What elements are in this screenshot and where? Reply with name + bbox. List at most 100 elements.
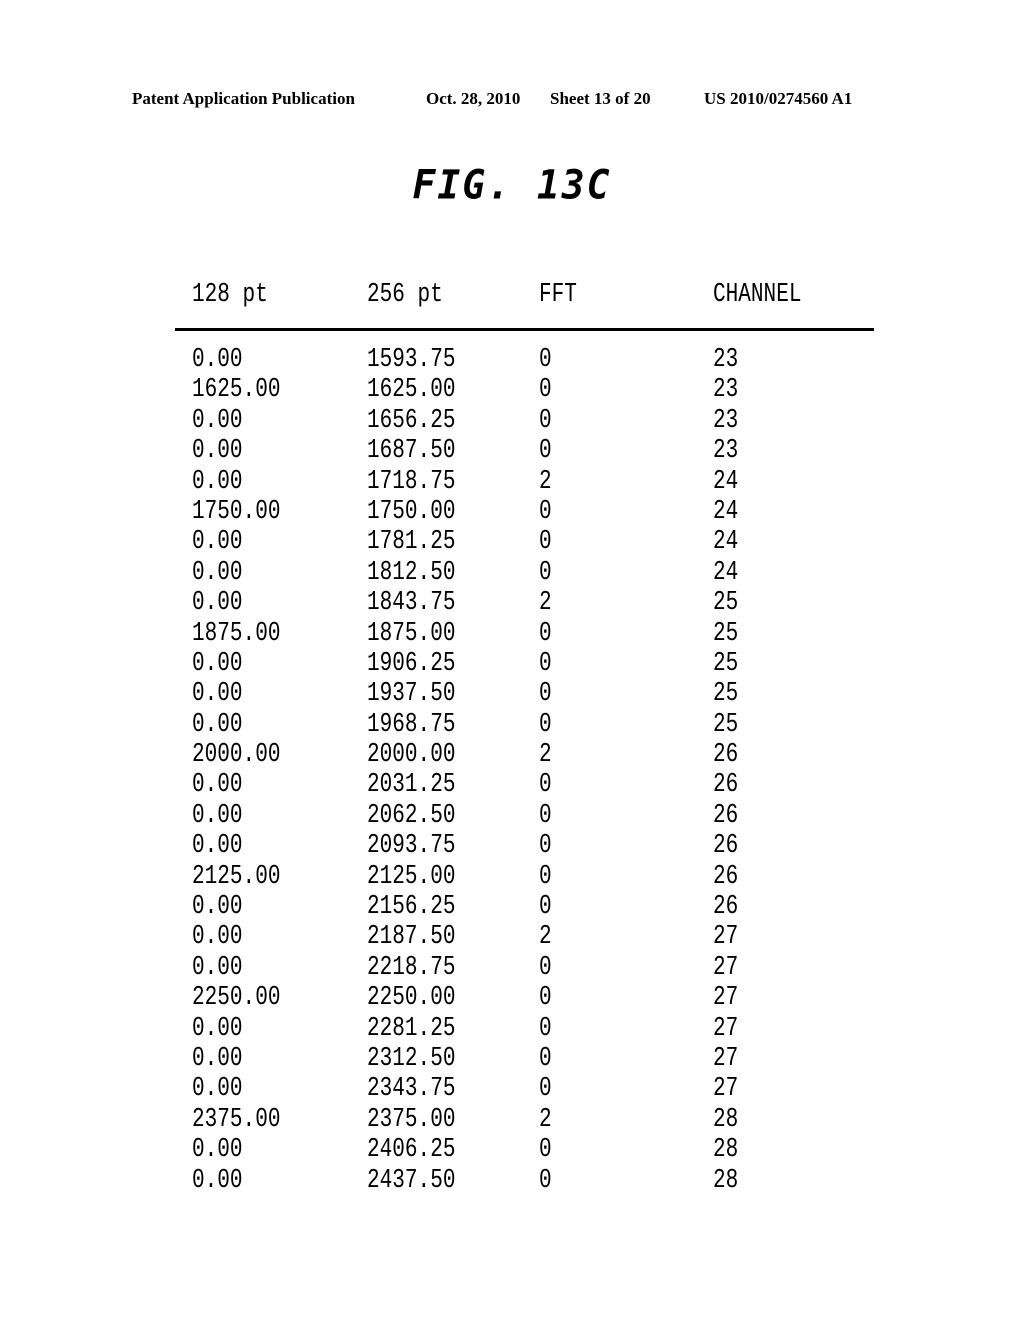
cell-channel: 23 <box>713 405 739 436</box>
cell-256pt: 2343.75 <box>367 1074 456 1105</box>
cell-128pt: 0.00 <box>192 1013 243 1044</box>
table-row: 0.00 2187.50 2 27 <box>175 922 875 952</box>
table-row: 2000.00 2000.00 2 26 <box>175 740 875 770</box>
table-row: 0.00 1937.50 0 25 <box>175 679 875 709</box>
table-row: 0.00 1656.25 0 23 <box>175 406 875 436</box>
cell-channel: 25 <box>713 679 739 710</box>
cell-fft: 0 <box>539 679 552 710</box>
cell-channel: 26 <box>713 770 739 801</box>
cell-fft: 0 <box>539 709 552 740</box>
cell-channel: 28 <box>713 1165 739 1196</box>
cell-fft: 0 <box>539 831 552 862</box>
cell-fft: 0 <box>539 1074 552 1105</box>
cell-channel: 26 <box>713 740 739 771</box>
cell-channel: 26 <box>713 800 739 831</box>
cell-fft: 0 <box>539 952 552 983</box>
table-row: 1625.00 1625.00 0 23 <box>175 375 875 405</box>
cell-128pt: 0.00 <box>192 831 243 862</box>
cell-channel: 25 <box>713 648 739 679</box>
cell-256pt: 2156.25 <box>367 892 456 923</box>
cell-128pt: 0.00 <box>192 1043 243 1074</box>
cell-256pt: 1875.00 <box>367 618 456 649</box>
cell-128pt: 0.00 <box>192 922 243 953</box>
table-row: 0.00 2281.25 0 27 <box>175 1014 875 1044</box>
header-divider <box>175 328 874 331</box>
cell-fft: 0 <box>539 436 552 467</box>
cell-channel: 23 <box>713 436 739 467</box>
cell-128pt: 0.00 <box>192 345 243 375</box>
cell-256pt: 1906.25 <box>367 648 456 679</box>
cell-256pt: 1656.25 <box>367 405 456 436</box>
cell-128pt: 0.00 <box>192 892 243 923</box>
table-row: 0.00 2218.75 0 27 <box>175 953 875 983</box>
cell-channel: 25 <box>713 588 739 619</box>
cell-128pt: 0.00 <box>192 405 243 436</box>
cell-256pt: 2437.50 <box>367 1165 456 1196</box>
cell-256pt: 1781.25 <box>367 527 456 558</box>
cell-channel: 24 <box>713 466 739 497</box>
cell-fft: 0 <box>539 345 552 375</box>
patent-number: US 2010/0274560 A1 <box>704 89 853 108</box>
cell-128pt: 0.00 <box>192 952 243 983</box>
cell-fft: 0 <box>539 496 552 527</box>
publication-label: Patent Application Publication <box>132 89 355 108</box>
publication-date: Oct. 28, 2010 <box>426 89 521 108</box>
cell-channel: 24 <box>713 527 739 558</box>
cell-128pt: 2000.00 <box>192 740 281 771</box>
cell-256pt: 2125.00 <box>367 861 456 892</box>
cell-fft: 2 <box>539 1104 552 1135</box>
table-row: 2125.00 2125.00 0 26 <box>175 862 875 892</box>
cell-fft: 0 <box>539 1135 552 1166</box>
column-header-channel: CHANNEL <box>713 280 802 310</box>
table-row: 0.00 2437.50 0 28 <box>175 1166 875 1196</box>
cell-channel: 27 <box>713 1074 739 1105</box>
cell-channel: 27 <box>713 983 739 1014</box>
cell-fft: 0 <box>539 618 552 649</box>
cell-fft: 0 <box>539 983 552 1014</box>
figure-title: FIG. 13C <box>412 161 612 209</box>
cell-fft: 0 <box>539 1165 552 1196</box>
cell-256pt: 2187.50 <box>367 922 456 953</box>
cell-256pt: 1625.00 <box>367 375 456 406</box>
cell-128pt: 0.00 <box>192 557 243 588</box>
cell-fft: 2 <box>539 588 552 619</box>
cell-fft: 0 <box>539 1043 552 1074</box>
table-row: 0.00 2312.50 0 27 <box>175 1044 875 1074</box>
data-table: 128 pt 256 pt FFT CHANNEL 0.00 1593.75 0 23… <box>175 280 875 1196</box>
table-row: 0.00 2093.75 0 26 <box>175 831 875 861</box>
cell-channel: 28 <box>713 1135 739 1166</box>
cell-128pt: 0.00 <box>192 1074 243 1105</box>
cell-fft: 0 <box>539 861 552 892</box>
cell-256pt: 1750.00 <box>367 496 456 527</box>
table-row: 0.00 2406.25 0 28 <box>175 1135 875 1165</box>
cell-channel: 26 <box>713 892 739 923</box>
cell-fft: 2 <box>539 466 552 497</box>
table-row: 0.00 2343.75 0 27 <box>175 1074 875 1104</box>
cell-128pt: 2250.00 <box>192 983 281 1014</box>
cell-256pt: 1812.50 <box>367 557 456 588</box>
cell-fft: 0 <box>539 557 552 588</box>
cell-fft: 0 <box>539 1013 552 1044</box>
cell-channel: 25 <box>713 618 739 649</box>
cell-256pt: 1718.75 <box>367 466 456 497</box>
cell-256pt: 1843.75 <box>367 588 456 619</box>
cell-128pt: 0.00 <box>192 800 243 831</box>
column-header-128pt: 128 pt <box>192 280 268 310</box>
table-row: 0.00 1843.75 2 25 <box>175 588 875 618</box>
table-row: 0.00 1968.75 0 25 <box>175 710 875 740</box>
table-row: 0.00 2031.25 0 26 <box>175 770 875 800</box>
cell-channel: 27 <box>713 1043 739 1074</box>
table-row: 0.00 1781.25 0 24 <box>175 527 875 557</box>
cell-channel: 27 <box>713 952 739 983</box>
table-row: 0.00 1906.25 0 25 <box>175 649 875 679</box>
cell-128pt: 0.00 <box>192 588 243 619</box>
cell-256pt: 2406.25 <box>367 1135 456 1166</box>
cell-256pt: 1687.50 <box>367 436 456 467</box>
cell-256pt: 2093.75 <box>367 831 456 862</box>
cell-channel: 23 <box>713 345 739 375</box>
cell-fft: 0 <box>539 527 552 558</box>
cell-128pt: 0.00 <box>192 679 243 710</box>
cell-128pt: 0.00 <box>192 1165 243 1196</box>
cell-128pt: 0.00 <box>192 436 243 467</box>
cell-128pt: 1750.00 <box>192 496 281 527</box>
